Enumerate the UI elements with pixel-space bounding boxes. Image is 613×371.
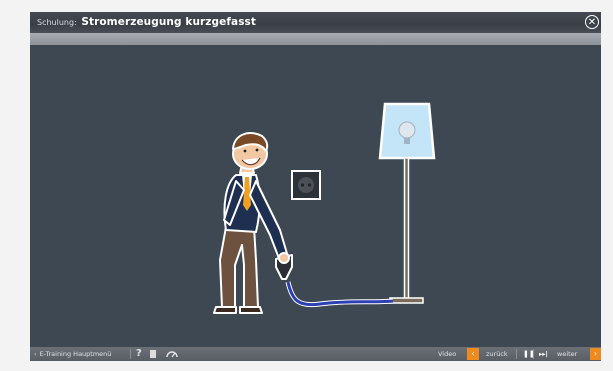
video-stage[interactable] [30,45,601,347]
speed-icon[interactable] [166,347,178,361]
title-bar: Schulung: Stromerzeugung kurzgefasst ✕ [30,12,601,33]
divider [533,349,534,359]
illustration-svg [213,102,436,314]
wall-socket-illustration [291,170,321,200]
course-title: Stromerzeugung kurzgefasst [81,16,257,28]
arrow-left-icon: ‹ [34,350,37,358]
man-character-illustration [213,132,293,314]
divider [516,349,517,359]
player-controls: ‹ E-Training Hauptmenü ? Video ‹ zurück ❚… [30,347,601,361]
floor-lamp-illustration [378,102,436,304]
back-button[interactable]: zurück [486,347,508,361]
divider [130,349,131,359]
window-title: Schulung: Stromerzeugung kurzgefasst [37,16,256,28]
close-icon[interactable]: ✕ [585,15,599,29]
video-label: Video [438,350,457,358]
progress-strip [30,33,601,45]
main-menu-link[interactable]: ‹ E-Training Hauptmenü [34,347,111,361]
arrow-left-icon[interactable]: ‹ [467,348,479,360]
help-icon[interactable]: ? [136,347,142,361]
arrow-right-icon[interactable]: › [590,348,601,360]
next-button[interactable]: weiter [557,347,577,361]
skip-icon[interactable]: ▸▸| [539,347,548,361]
player-window: Schulung: Stromerzeugung kurzgefasst ✕ ‹… [30,12,601,361]
title-prefix: Schulung: [37,18,77,27]
main-menu-label: E-Training Hauptmenü [39,350,112,358]
document-icon[interactable] [150,350,156,358]
